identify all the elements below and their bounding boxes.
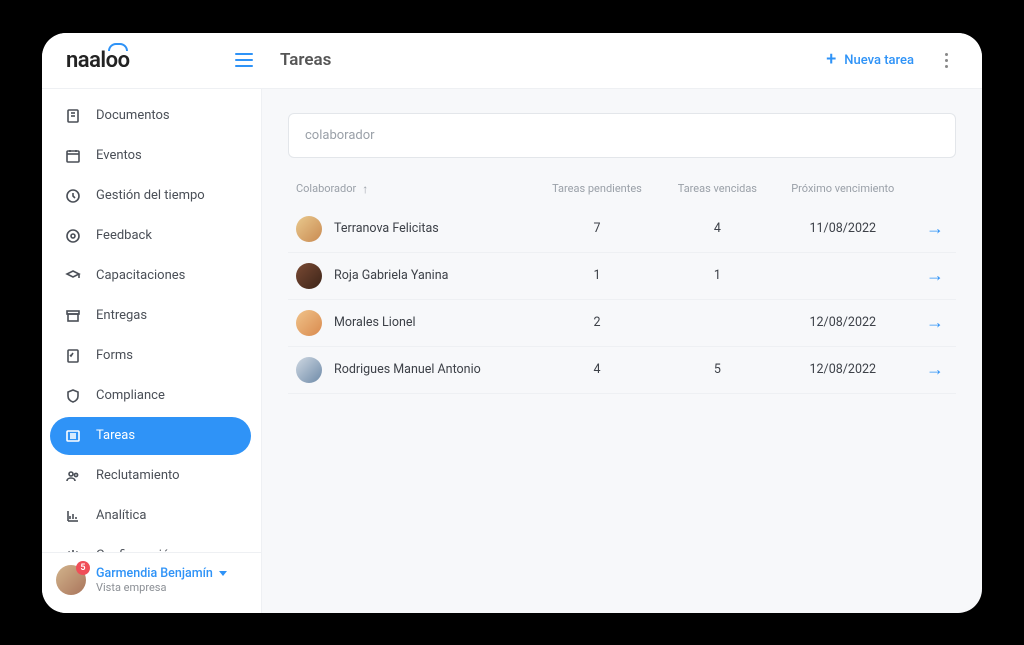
row-avatar: [296, 216, 322, 242]
hamburger-menu-icon[interactable]: [228, 44, 260, 76]
table-row: Morales Lionel 2 12/08/2022→: [288, 300, 956, 347]
brand-logo: naaloo: [58, 48, 228, 73]
cell-vencidas: 1: [657, 268, 777, 283]
sidebar-item-eventos[interactable]: Eventos: [50, 137, 251, 175]
row-open-arrow-icon[interactable]: →: [908, 312, 948, 333]
sidebar-item-configuración[interactable]: Configuración: [50, 537, 251, 552]
sidebar-item-feedback[interactable]: Feedback: [50, 217, 251, 255]
row-open-arrow-icon[interactable]: →: [908, 218, 948, 239]
user-subtitle: Vista empresa: [96, 581, 227, 594]
sidebar-footer: 5 Garmendia Benjamín Vista empresa: [42, 552, 261, 613]
sidebar-item-label: Reclutamiento: [96, 468, 180, 483]
people-icon: [64, 467, 82, 485]
table-row: Rodrigues Manuel Antonio 4512/08/2022→: [288, 347, 956, 394]
row-name: Terranova Felicitas: [334, 221, 439, 236]
table-body: Terranova Felicitas7411/08/2022→Roja Gab…: [288, 206, 956, 394]
plus-icon: +: [826, 51, 836, 69]
main-content: colaborador Colaborador ↑ Tareas pendien…: [262, 89, 982, 613]
column-colaborador[interactable]: Colaborador ↑: [296, 182, 537, 196]
sidebar-item-tareas[interactable]: Tareas: [50, 417, 251, 455]
sidebar-item-label: Compliance: [96, 388, 165, 403]
sidebar-item-label: Feedback: [96, 228, 152, 243]
sidebar-item-label: Tareas: [96, 428, 135, 443]
calendar-icon: [64, 147, 82, 165]
user-info[interactable]: Garmendia Benjamín Vista empresa: [96, 566, 227, 594]
table-header: Colaborador ↑ Tareas pendientes Tareas v…: [288, 182, 956, 206]
graduation-icon: [64, 267, 82, 285]
sidebar-item-entregas[interactable]: Entregas: [50, 297, 251, 335]
cell-proximo: 12/08/2022: [778, 315, 908, 330]
clock-icon: [64, 187, 82, 205]
row-open-arrow-icon[interactable]: →: [908, 265, 948, 286]
row-name: Morales Lionel: [334, 315, 416, 330]
cell-pendientes: 2: [537, 315, 657, 330]
cell-vencidas: 4: [657, 221, 777, 236]
more-menu-icon[interactable]: [934, 48, 958, 72]
row-name: Roja Gabriela Yanina: [334, 268, 448, 283]
chart-icon: [64, 507, 82, 525]
sort-ascending-icon: ↑: [362, 182, 368, 196]
column-pendientes[interactable]: Tareas pendientes: [537, 182, 657, 195]
column-proximo[interactable]: Próximo vencimiento: [778, 182, 908, 195]
list-icon: [64, 427, 82, 445]
sidebar: Documentos Eventos Gestión del tiempo Feedb…: [42, 89, 262, 613]
new-task-label: Nueva tarea: [844, 53, 914, 68]
sidebar-item-gestión-del-tiempo[interactable]: Gestión del tiempo: [50, 177, 251, 215]
sidebar-item-label: Eventos: [96, 148, 142, 163]
form-icon: [64, 347, 82, 365]
cell-pendientes: 4: [537, 362, 657, 377]
row-avatar: [296, 357, 322, 383]
cell-vencidas: 5: [657, 362, 777, 377]
sidebar-item-forms[interactable]: Forms: [50, 337, 251, 375]
table-row: Roja Gabriela Yanina 11 →: [288, 253, 956, 300]
target-icon: [64, 227, 82, 245]
document-icon: [64, 107, 82, 125]
user-avatar[interactable]: 5: [56, 565, 86, 595]
row-avatar: [296, 263, 322, 289]
sidebar-item-label: Entregas: [96, 308, 147, 323]
sidebar-item-reclutamiento[interactable]: Reclutamiento: [50, 457, 251, 495]
archive-icon: [64, 307, 82, 325]
chevron-down-icon: [219, 571, 227, 576]
new-task-button[interactable]: + Nueva tarea: [818, 47, 922, 73]
search-input[interactable]: colaborador: [288, 113, 956, 158]
table-row: Terranova Felicitas 7411/08/2022→: [288, 206, 956, 253]
sidebar-item-label: Forms: [96, 348, 133, 363]
sidebar-item-capacitaciones[interactable]: Capacitaciones: [50, 257, 251, 295]
cell-pendientes: 7: [537, 221, 657, 236]
sidebar-item-label: Analítica: [96, 508, 146, 523]
sidebar-nav[interactable]: Documentos Eventos Gestión del tiempo Feedb…: [42, 89, 261, 552]
shield-icon: [64, 387, 82, 405]
cell-proximo: 11/08/2022: [778, 221, 908, 236]
sidebar-item-label: Capacitaciones: [96, 268, 185, 283]
sidebar-item-analítica[interactable]: Analítica: [50, 497, 251, 535]
cell-pendientes: 1: [537, 268, 657, 283]
cell-proximo: 12/08/2022: [778, 362, 908, 377]
sidebar-item-documentos[interactable]: Documentos: [50, 97, 251, 135]
notification-badge: 5: [76, 561, 90, 575]
cell-colaborador: Morales Lionel: [296, 310, 537, 336]
cell-colaborador: Roja Gabriela Yanina: [296, 263, 537, 289]
row-name: Rodrigues Manuel Antonio: [334, 362, 481, 377]
body-area: Documentos Eventos Gestión del tiempo Feedb…: [42, 89, 982, 613]
row-open-arrow-icon[interactable]: →: [908, 359, 948, 380]
sidebar-item-label: Documentos: [96, 108, 170, 123]
column-vencidas[interactable]: Tareas vencidas: [657, 182, 777, 195]
app-window: naaloo Tareas + Nueva tarea Documentos Ev…: [42, 33, 982, 613]
sidebar-item-label: Gestión del tiempo: [96, 188, 205, 203]
cell-colaborador: Rodrigues Manuel Antonio: [296, 357, 537, 383]
sidebar-item-compliance[interactable]: Compliance: [50, 377, 251, 415]
cell-colaborador: Terranova Felicitas: [296, 216, 537, 242]
row-avatar: [296, 310, 322, 336]
page-title: Tareas: [280, 50, 331, 70]
topbar: naaloo Tareas + Nueva tarea: [42, 33, 982, 89]
user-name: Garmendia Benjamín: [96, 566, 227, 581]
